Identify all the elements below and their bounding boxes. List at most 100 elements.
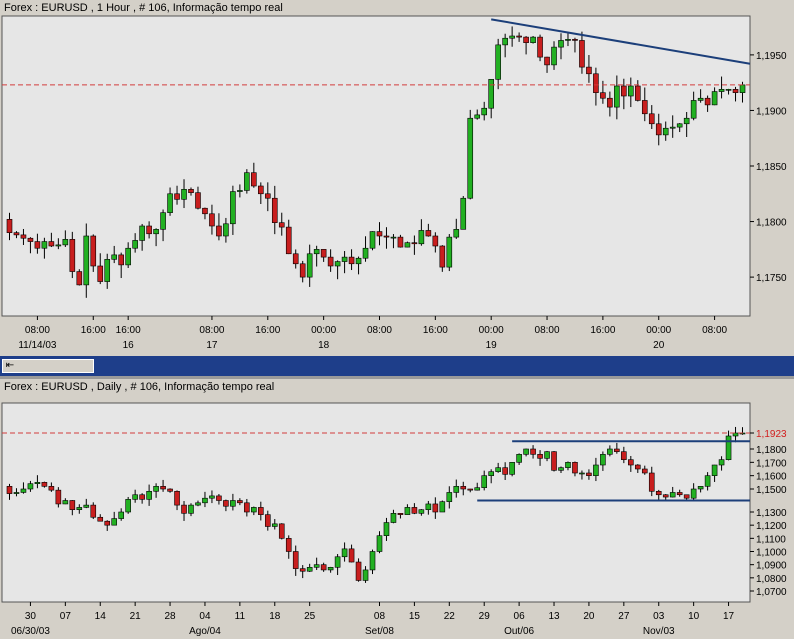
candle-body bbox=[641, 100, 648, 115]
candle-body bbox=[111, 518, 118, 526]
candle-body bbox=[160, 212, 166, 230]
candle-body bbox=[251, 172, 257, 187]
candle-body bbox=[704, 475, 711, 487]
candle-body bbox=[558, 467, 564, 471]
candle-body bbox=[55, 489, 62, 505]
candle-body bbox=[90, 235, 97, 267]
x-date-label: Ago/04 bbox=[189, 626, 221, 637]
candle-body bbox=[237, 500, 243, 504]
candle-body bbox=[97, 516, 104, 522]
candle-body bbox=[565, 462, 571, 468]
candle-body bbox=[167, 193, 173, 213]
candle-body bbox=[495, 44, 501, 80]
candle-body bbox=[139, 494, 145, 500]
candle-body bbox=[425, 503, 432, 511]
candle-body bbox=[13, 232, 20, 236]
y-tick-label: 1,1100 bbox=[756, 534, 786, 545]
y-tick-label: 1,1200 bbox=[756, 521, 787, 532]
horizontal-scrollbar[interactable]: ⇤ bbox=[0, 356, 794, 376]
candle-body bbox=[244, 502, 250, 513]
candle-body bbox=[195, 502, 201, 506]
candle-body bbox=[495, 467, 501, 472]
candle-body bbox=[376, 231, 383, 237]
candle-body bbox=[237, 190, 243, 192]
candle-body bbox=[160, 486, 166, 490]
x-tick-label: 07 bbox=[60, 611, 72, 622]
y-tick-label: 1,1000 bbox=[756, 548, 787, 559]
candle-body bbox=[718, 89, 725, 92]
candle-body bbox=[432, 235, 439, 247]
candle-body bbox=[537, 454, 543, 459]
y-tick-label: 1,1800 bbox=[756, 445, 787, 456]
candle-body bbox=[565, 39, 571, 41]
y-tick-label: 1,1850 bbox=[756, 162, 787, 173]
x-date-label: 11/14/03 bbox=[18, 340, 57, 351]
candle-body bbox=[718, 459, 725, 466]
candle-body bbox=[188, 189, 194, 193]
candle-body bbox=[34, 482, 41, 484]
candle-body bbox=[732, 89, 739, 93]
x-tick-label: 17 bbox=[723, 611, 735, 622]
candle-body bbox=[306, 566, 313, 572]
candle-body bbox=[544, 451, 550, 459]
candle-body bbox=[676, 123, 683, 128]
candle-body bbox=[439, 501, 446, 513]
candle-body bbox=[341, 256, 348, 262]
x-tick-label: 16:00 bbox=[423, 325, 448, 336]
candle-body bbox=[62, 500, 69, 505]
x-tick-label: 14 bbox=[95, 611, 107, 622]
candle-body bbox=[90, 504, 97, 518]
candle-body bbox=[509, 462, 515, 475]
candle-body bbox=[76, 271, 83, 286]
x-tick-label: 00:00 bbox=[646, 325, 671, 336]
candle-body bbox=[83, 235, 90, 286]
y-tick-label: 1,1900 bbox=[756, 106, 787, 117]
x-tick-label: 27 bbox=[618, 611, 630, 622]
candle-body bbox=[655, 123, 662, 136]
candle-body bbox=[216, 495, 222, 501]
x-tick-label: 25 bbox=[304, 611, 316, 622]
candle-body bbox=[258, 507, 264, 515]
candle-body bbox=[104, 259, 111, 282]
x-date-label: Out/06 bbox=[504, 626, 534, 637]
scroll-left-arrow-icon[interactable]: ⇤ bbox=[2, 359, 18, 373]
x-tick-label: 20 bbox=[583, 611, 595, 622]
candle-body bbox=[683, 117, 690, 125]
candle-body bbox=[551, 46, 557, 66]
candle-body bbox=[460, 197, 467, 230]
candle-body bbox=[355, 257, 362, 265]
candle-body bbox=[69, 500, 76, 510]
x-tick-label: 08:00 bbox=[367, 325, 392, 336]
candle-body bbox=[348, 256, 355, 265]
y-tick-label: 1,1500 bbox=[756, 485, 787, 496]
candle-body bbox=[97, 265, 104, 282]
candle-body bbox=[202, 207, 208, 215]
candle-body bbox=[27, 483, 34, 490]
candle-body bbox=[711, 464, 718, 476]
candle-body bbox=[404, 242, 411, 248]
x-tick-label: 08 bbox=[374, 611, 386, 622]
candle-body bbox=[648, 113, 655, 125]
candle-body bbox=[181, 504, 187, 514]
x-tick-label: 10 bbox=[688, 611, 700, 622]
candle-body bbox=[132, 240, 138, 249]
candle-body bbox=[579, 472, 585, 475]
candle-body bbox=[306, 253, 313, 278]
candle-body bbox=[418, 230, 425, 245]
x-tick-label: 15 bbox=[409, 611, 421, 622]
candle-body bbox=[230, 500, 236, 507]
candle-body bbox=[586, 472, 592, 476]
pane-splitter[interactable] bbox=[0, 376, 794, 379]
candle-body bbox=[376, 535, 383, 552]
x-date-label: Nov/03 bbox=[643, 626, 675, 637]
candle-body bbox=[537, 36, 543, 58]
candle-body bbox=[467, 117, 474, 199]
candle-body bbox=[292, 551, 299, 569]
candle-body bbox=[593, 73, 599, 93]
candle-body bbox=[530, 36, 536, 43]
candle-body bbox=[369, 551, 376, 571]
candle-body bbox=[523, 448, 529, 455]
candle-body bbox=[467, 488, 474, 491]
candle-body bbox=[209, 213, 215, 227]
candle-body bbox=[502, 37, 508, 46]
